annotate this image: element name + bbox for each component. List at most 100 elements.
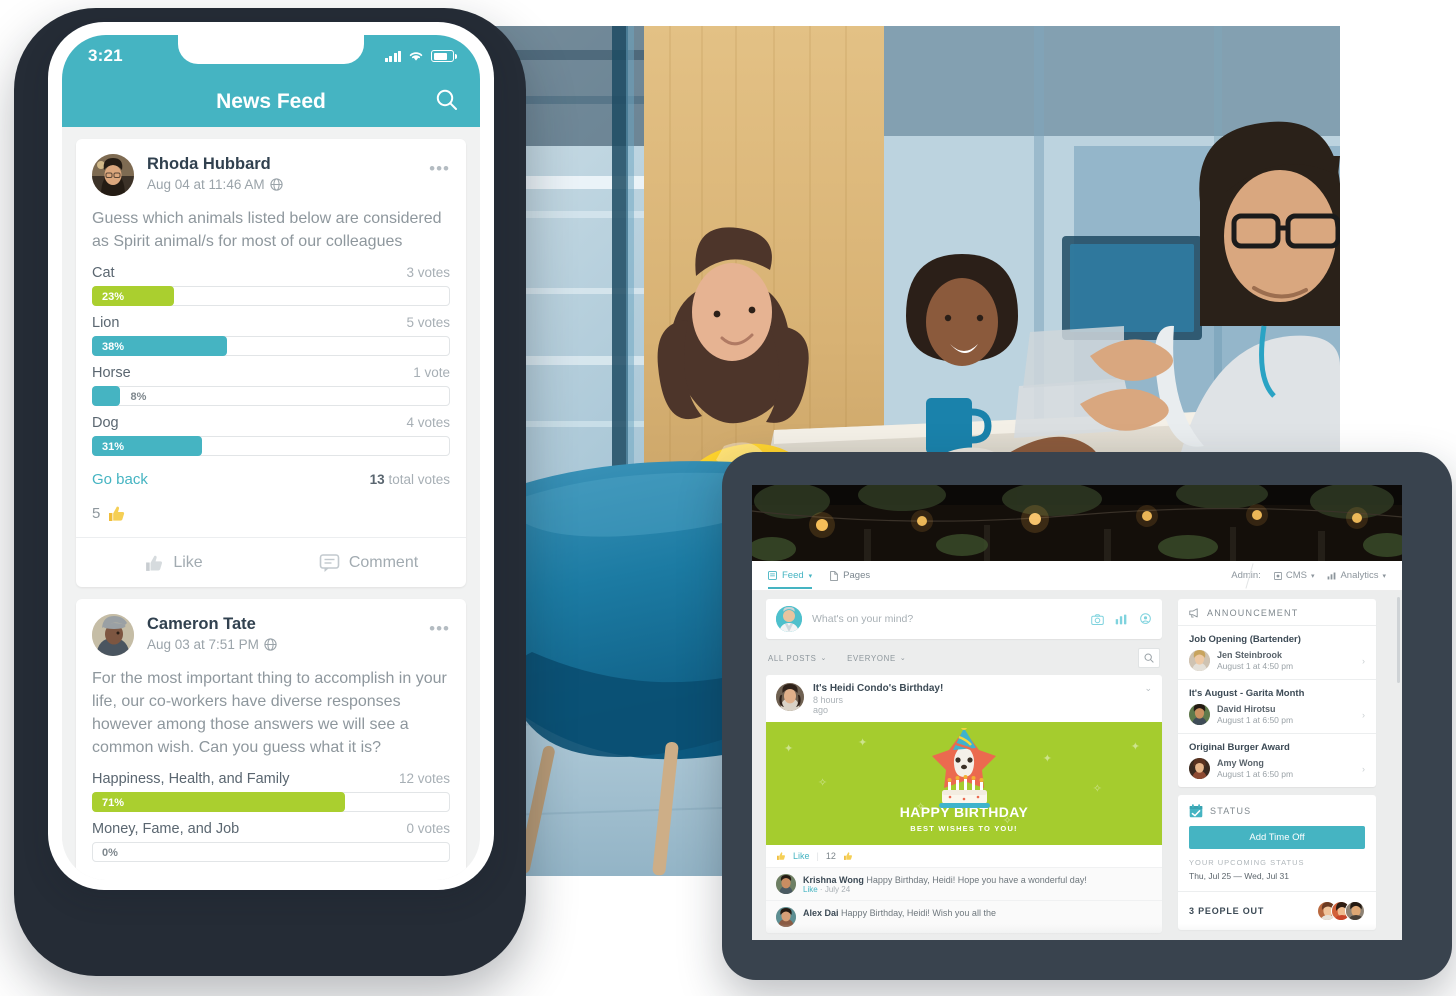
announcement-item[interactable]: Job Opening (Bartender) Jen Steinbrook A… bbox=[1178, 626, 1376, 680]
thumbs-up-icon bbox=[146, 555, 163, 571]
chevron-right-icon: › bbox=[1362, 709, 1365, 720]
poll-bar-percent: 38% bbox=[102, 341, 125, 354]
poll-option-happiness[interactable]: Happiness, Health, and Family 12 votes 7… bbox=[76, 771, 466, 821]
search-icon bbox=[1144, 653, 1154, 663]
filter-label: EVERYONE bbox=[847, 653, 896, 663]
avatar[interactable] bbox=[92, 154, 134, 196]
confetti-decoration: ✧ bbox=[1092, 782, 1102, 795]
total-votes-label: total votes bbox=[384, 472, 450, 488]
nav-right-group: Admin: CMS ▾ Analytics ▾ bbox=[1231, 570, 1386, 581]
avatar[interactable] bbox=[92, 614, 134, 657]
poll-bar-track: 38% bbox=[92, 336, 450, 357]
nav-item-feed[interactable]: Feed ▾ bbox=[768, 561, 813, 591]
tablet-device-frame: Feed ▾ Pages Admin: CMS ▾ Analytics ▾ Wh… bbox=[722, 452, 1452, 980]
wifi-icon bbox=[409, 52, 423, 61]
post-header: Cameron Tate Aug 03 at 7:51 PM ••• bbox=[76, 599, 466, 664]
post-like-bar: Like | 12 bbox=[766, 845, 1162, 867]
feed-post-birthday: It's Heidi Condo's Birthday! 8 hours ago… bbox=[766, 675, 1162, 933]
post-author[interactable]: Cameron Tate bbox=[147, 614, 429, 635]
avatar[interactable] bbox=[776, 606, 802, 632]
filter-label: ALL POSTS bbox=[768, 653, 817, 663]
nav-item-cms[interactable]: CMS ▾ bbox=[1273, 570, 1314, 581]
confetti-decoration: ✧ bbox=[818, 776, 828, 789]
poll-option-label: Lion bbox=[92, 315, 120, 332]
add-time-off-button[interactable]: Add Time Off bbox=[1189, 826, 1365, 849]
chevron-down-icon[interactable]: ⌄ bbox=[1144, 683, 1152, 694]
battery-icon bbox=[431, 50, 457, 62]
search-icon[interactable] bbox=[435, 88, 458, 116]
chevron-down-icon: ⌄ bbox=[899, 655, 907, 662]
thumbs-up-icon bbox=[843, 852, 852, 860]
avatar bbox=[1189, 650, 1210, 671]
announcement-item[interactable]: It's August - Garita Month David Hirotsu… bbox=[1178, 680, 1376, 734]
badge-icon[interactable] bbox=[1139, 612, 1152, 626]
post-reactions[interactable]: 5 bbox=[76, 500, 466, 537]
post-subline: Aug 04 at 11:46 AM bbox=[147, 177, 429, 192]
search-input[interactable] bbox=[1138, 648, 1160, 668]
more-options-icon[interactable]: ••• bbox=[429, 614, 450, 637]
poll-icon[interactable] bbox=[1115, 614, 1128, 625]
camera-icon[interactable] bbox=[1091, 613, 1104, 625]
upcoming-status-label: YOUR UPCOMING STATUS bbox=[1189, 858, 1305, 867]
globe-icon bbox=[264, 638, 277, 651]
composer-icons bbox=[1091, 612, 1152, 626]
like-label: Like bbox=[173, 553, 203, 571]
thumbs-up-icon bbox=[109, 507, 125, 522]
cover-photo bbox=[752, 485, 1402, 561]
announcement-date: August 1 at 6:50 pm bbox=[1217, 769, 1294, 779]
chevron-right-icon: › bbox=[1362, 763, 1365, 774]
post-author[interactable]: Rhoda Hubbard bbox=[147, 154, 429, 175]
avatar[interactable] bbox=[776, 683, 804, 711]
like-button[interactable]: Like bbox=[76, 538, 271, 587]
comment-like-link[interactable]: Like bbox=[803, 885, 818, 894]
birthday-card-subtitle: BEST WISHES TO YOU! bbox=[910, 823, 1018, 833]
post-header: Rhoda Hubbard Aug 04 at 11:46 AM ••• bbox=[76, 139, 466, 204]
poll-option-cat[interactable]: Cat 3 votes 23% bbox=[76, 265, 466, 315]
scrollbar[interactable] bbox=[1397, 597, 1400, 683]
poll-option-dog[interactable]: Dog 4 votes 31% bbox=[76, 415, 466, 465]
comment-author[interactable]: Krishna Wong bbox=[803, 875, 864, 885]
poll-option-label: Cat bbox=[92, 265, 115, 282]
more-options-icon[interactable]: ••• bbox=[429, 154, 450, 177]
poll-option-horse[interactable]: Horse 1 vote 8% bbox=[76, 365, 466, 415]
announcement-author: David Hirotsu bbox=[1217, 704, 1276, 714]
comment-text: Krishna Wong Happy Birthday, Heidi! Hope… bbox=[803, 874, 1087, 894]
poll-option-money[interactable]: Money, Fame, and Job 0 votes 0% bbox=[76, 821, 466, 871]
filter-all-posts[interactable]: ALL POSTS ⌄ bbox=[768, 654, 827, 663]
status-panel: STATUS Add Time Off YOUR UPCOMING STATUS… bbox=[1178, 795, 1376, 930]
poll-option-votes: 3 votes bbox=[406, 265, 450, 281]
phone-status-bar: 3:21 bbox=[62, 35, 480, 77]
calendar-icon bbox=[1189, 804, 1203, 818]
comment-author[interactable]: Alex Dai bbox=[803, 908, 839, 918]
announcement-item[interactable]: Original Burger Award Amy Wong August 1 … bbox=[1178, 734, 1376, 787]
like-label[interactable]: Like bbox=[793, 851, 810, 861]
post-composer[interactable]: What's on your mind? bbox=[766, 599, 1162, 639]
composer-input[interactable]: What's on your mind? bbox=[812, 613, 1091, 625]
poll-option-label: Money, Fame, and Job bbox=[92, 821, 240, 838]
cover-photo-illustration bbox=[752, 485, 1402, 561]
avatar[interactable] bbox=[776, 873, 796, 894]
poll-options: Cat 3 votes 23% Lion 5 votes 38% Horse 1… bbox=[76, 265, 466, 465]
people-out-avatars bbox=[1317, 901, 1365, 921]
chevron-down-icon: ⌄ bbox=[820, 655, 828, 662]
birthday-fox-cake-icon bbox=[932, 727, 996, 808]
filter-audience[interactable]: EVERYONE ⌄ bbox=[847, 654, 906, 663]
feed-post-cameron: Cameron Tate Aug 03 at 7:51 PM ••• For t… bbox=[76, 599, 466, 880]
post-timestamp: 8 hours ago bbox=[813, 695, 844, 716]
feed-grid-icon bbox=[768, 571, 777, 580]
post-meta: Rhoda Hubbard Aug 04 at 11:46 AM bbox=[147, 154, 429, 192]
phone-news-feed[interactable]: Rhoda Hubbard Aug 04 at 11:46 AM ••• Gue… bbox=[62, 127, 480, 880]
poll-bar-percent: 71% bbox=[102, 797, 125, 810]
nav-item-analytics[interactable]: Analytics ▾ bbox=[1327, 570, 1386, 581]
poll-option-lion[interactable]: Lion 5 votes 38% bbox=[76, 315, 466, 365]
announcement-title: It's August - Garita Month bbox=[1189, 688, 1305, 699]
nav-item-pages[interactable]: Pages bbox=[830, 561, 870, 591]
go-back-link[interactable]: Go back bbox=[92, 471, 148, 488]
comment-button[interactable]: Comment bbox=[271, 538, 466, 587]
post-meta: It's Heidi Condo's Birthday! 8 hours ago bbox=[813, 683, 1144, 716]
announcement-title: Original Burger Award bbox=[1189, 742, 1290, 753]
post-subline: Aug 03 at 7:51 PM bbox=[147, 637, 429, 652]
thumbs-up-icon[interactable] bbox=[776, 851, 786, 861]
page-title: News Feed bbox=[216, 90, 326, 113]
admin-label: Admin: bbox=[1231, 570, 1261, 581]
